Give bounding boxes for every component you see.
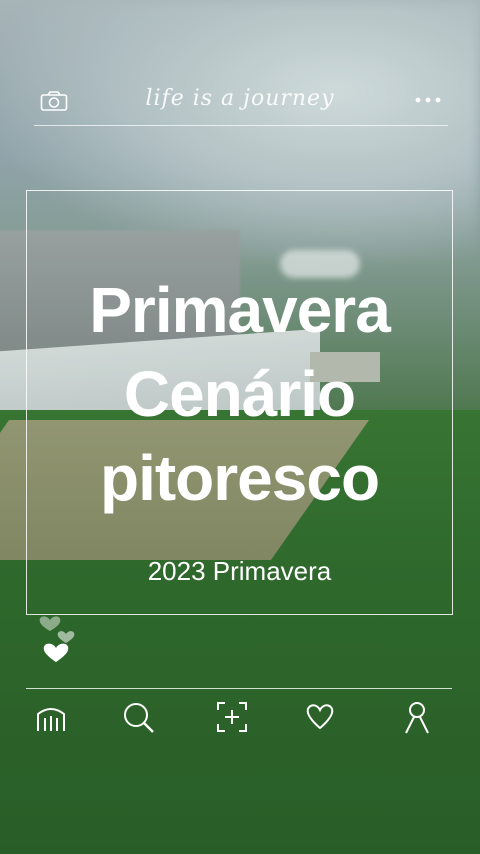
title-line-3: pitoresco [99, 442, 380, 514]
bottom-nav [0, 696, 480, 740]
card-title: Primavera Cenário pitoresco [26, 268, 453, 520]
header-divider [34, 125, 448, 126]
add-post-icon[interactable] [215, 700, 249, 734]
tagline: life is a journey [145, 86, 335, 111]
home-icon[interactable] [34, 700, 68, 734]
hearts-icon [36, 608, 86, 668]
more-dots-icon[interactable] [414, 90, 442, 110]
nav-divider [26, 688, 452, 689]
title-line-1: Primavera [89, 274, 391, 346]
heart-icon[interactable] [303, 700, 337, 734]
camera-icon[interactable] [40, 90, 68, 111]
top-bar: life is a journey [0, 80, 480, 124]
title-line-2: Cenário [123, 358, 356, 430]
profile-icon[interactable] [400, 700, 434, 734]
card-subtitle: 2023 Primavera [147, 556, 332, 586]
search-icon[interactable] [121, 700, 155, 734]
